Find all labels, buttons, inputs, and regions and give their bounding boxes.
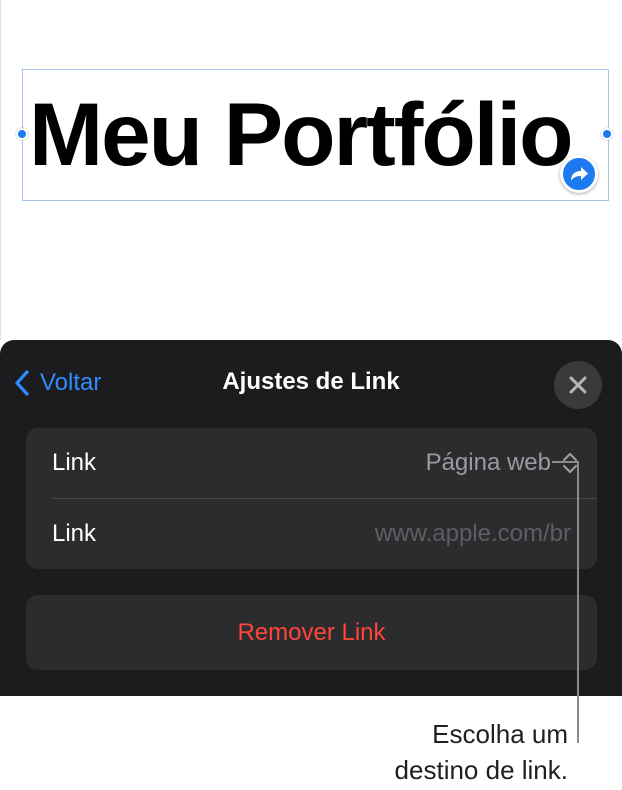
link-type-row[interactable]: Link Página web [26,428,597,498]
selection-handle-left[interactable] [16,128,28,140]
sheet-title: Ajustes de Link [222,368,400,395]
link-badge[interactable] [560,155,598,193]
link-url-input[interactable] [271,516,571,552]
callout-line-vertical [577,461,579,743]
callout-caption: Escolha um destino de link. [328,716,568,788]
link-arrow-icon [571,167,588,181]
callout-line-1: Escolha um [432,719,568,749]
selected-text-box[interactable]: Meu Portfólio [16,69,613,201]
selection-handle-right[interactable] [601,128,613,140]
link-url-row: Link [26,499,597,569]
xmark-icon [569,376,587,394]
callout-line-horizontal [552,461,578,463]
link-type-value[interactable]: Página web [426,428,551,498]
link-type-label: Link [52,449,97,476]
canvas-edge [0,0,1,340]
link-settings-group: Link Página web Link [26,428,597,569]
close-button[interactable] [554,361,602,409]
document-canvas: Meu Portfólio [0,0,622,340]
callout-line-2: destino de link. [394,755,568,785]
link-settings-sheet: Voltar Ajustes de Link Link Página web L… [0,340,622,696]
link-url-label: Link [52,520,97,547]
remove-link-button[interactable]: Remover Link [26,595,597,670]
document-title[interactable]: Meu Portfólio [29,78,607,190]
